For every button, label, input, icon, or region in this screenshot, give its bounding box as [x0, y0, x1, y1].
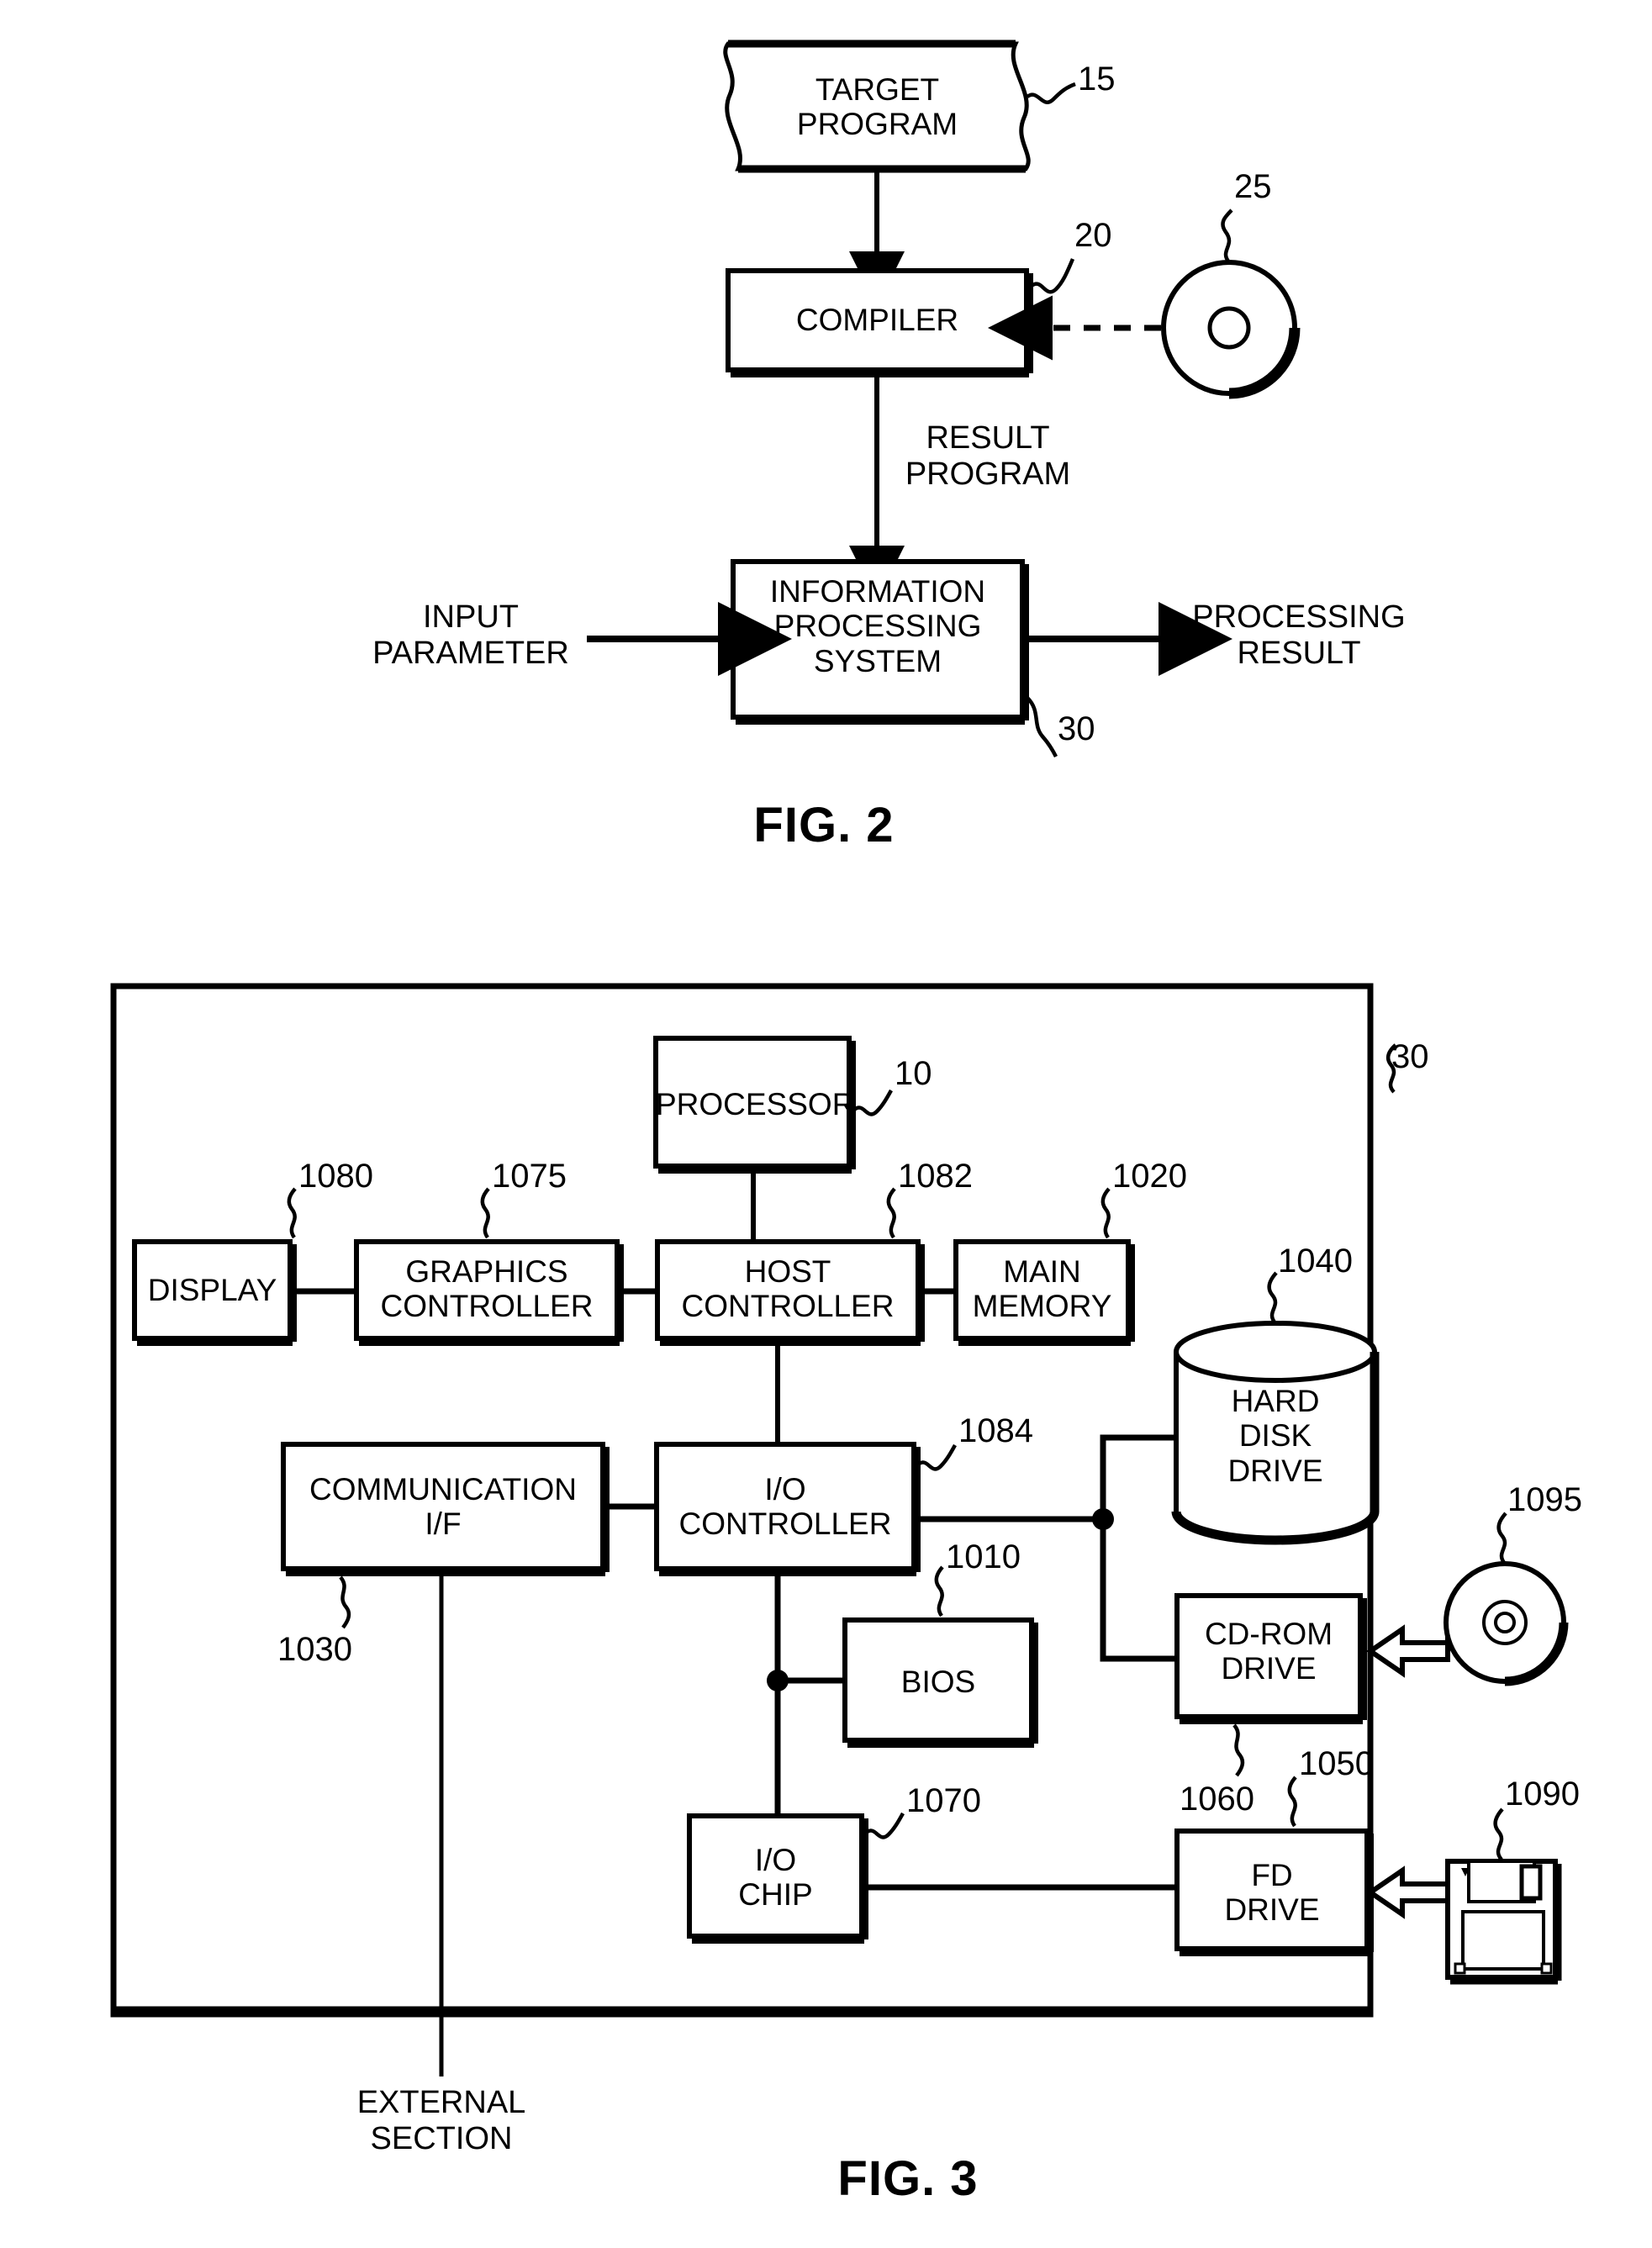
- ref-1095: 1095: [1507, 1481, 1582, 1518]
- ref-leader-1010: [934, 1565, 944, 1617]
- communication-if-label: COMMUNICATION I/F: [309, 1472, 577, 1542]
- main-memory-label: MAIN MEMORY: [972, 1254, 1112, 1324]
- result-program-label: RESULT PROGRAM: [905, 420, 1071, 492]
- patent-drawing-sheet: TARGET PROGRAM 15 COMPILER 20 25 RESULT …: [0, 0, 1652, 2248]
- ref-20: 20: [1074, 217, 1112, 254]
- io-chip-label: I/O CHIP: [738, 1843, 813, 1913]
- ref-leader-1060: [1232, 1723, 1245, 1777]
- ref-1020: 1020: [1112, 1158, 1187, 1195]
- hard-disk-drive-label: HARD DISK DRIVE: [1227, 1384, 1323, 1488]
- compiler-label: COMPILER: [795, 303, 959, 337]
- ref-leader-1084: [916, 1443, 957, 1471]
- ref-1010: 1010: [946, 1538, 1021, 1575]
- ref-1090: 1090: [1505, 1776, 1580, 1813]
- optical-disc-icon-1095: [1444, 1561, 1569, 1686]
- target-program-label: TARGET PROGRAM: [796, 72, 958, 142]
- ref-leader-20: [1030, 258, 1075, 294]
- ref-leader-1082: [886, 1187, 896, 1239]
- ref-15: 15: [1078, 61, 1116, 98]
- bios-label: BIOS: [900, 1665, 976, 1699]
- processor-label: PROCESSOR: [656, 1087, 855, 1121]
- graphics-controller-label: GRAPHICS CONTROLLER: [380, 1254, 594, 1324]
- ref-leader-25: [1221, 208, 1233, 264]
- floppy-disk-icon-1090: [1445, 1859, 1562, 1985]
- ref-1080: 1080: [298, 1158, 373, 1195]
- optical-disc-icon-25: [1161, 260, 1301, 399]
- ref-leader-30-fig2: [1026, 696, 1058, 758]
- ref-leader-1040: [1267, 1271, 1278, 1325]
- figure-caption-fig2: FIG. 2: [753, 798, 895, 852]
- ref-10: 10: [895, 1055, 932, 1092]
- ref-25: 25: [1234, 168, 1272, 205]
- external-section-label: EXTERNAL SECTION: [356, 2085, 526, 2156]
- ref-leader-1075: [480, 1187, 490, 1239]
- ref-1084: 1084: [958, 1412, 1033, 1449]
- cdrom-drive-label: CD-ROM DRIVE: [1204, 1617, 1333, 1686]
- ref-leader-1030: [339, 1575, 351, 1629]
- ref-1075: 1075: [492, 1158, 567, 1195]
- io-controller-label: I/O CONTROLLER: [678, 1472, 892, 1542]
- ref-leader-15: [1026, 82, 1076, 104]
- ref-leader-1095: [1496, 1512, 1507, 1565]
- io-controller-lower-bus: [767, 1572, 845, 1816]
- figure-caption-fig3: FIG. 3: [837, 2151, 979, 2206]
- ref-leader-1090: [1493, 1807, 1504, 1861]
- ref-leader-10: [852, 1089, 893, 1116]
- input-parameter-label: INPUT PARAMETER: [372, 599, 569, 671]
- ref-leader-1080: [287, 1187, 297, 1239]
- ref-leader-1070: [864, 1812, 905, 1839]
- ref-30-fig2: 30: [1058, 710, 1095, 747]
- ref-leader-1020: [1100, 1187, 1111, 1239]
- block-arrow-left-icon-fd: [1365, 1865, 1450, 1919]
- processing-result-label: PROCESSING RESULT: [1192, 599, 1406, 671]
- block-arrow-left-icon-cdrom: [1365, 1624, 1450, 1678]
- ref-1040: 1040: [1278, 1243, 1353, 1280]
- ref-1070: 1070: [906, 1782, 981, 1819]
- ref-30-fig3: 30: [1391, 1038, 1429, 1075]
- ref-1082: 1082: [898, 1158, 973, 1195]
- fd-drive-label: FD DRIVE: [1224, 1858, 1320, 1928]
- display-label: DISPLAY: [147, 1273, 277, 1307]
- ref-1030: 1030: [277, 1631, 352, 1668]
- ref-1060: 1060: [1180, 1781, 1254, 1818]
- information-processing-system-label: INFORMATION PROCESSING SYSTEM: [769, 574, 986, 678]
- host-controller-label: HOST CONTROLLER: [681, 1254, 895, 1324]
- ref-1050: 1050: [1299, 1745, 1374, 1782]
